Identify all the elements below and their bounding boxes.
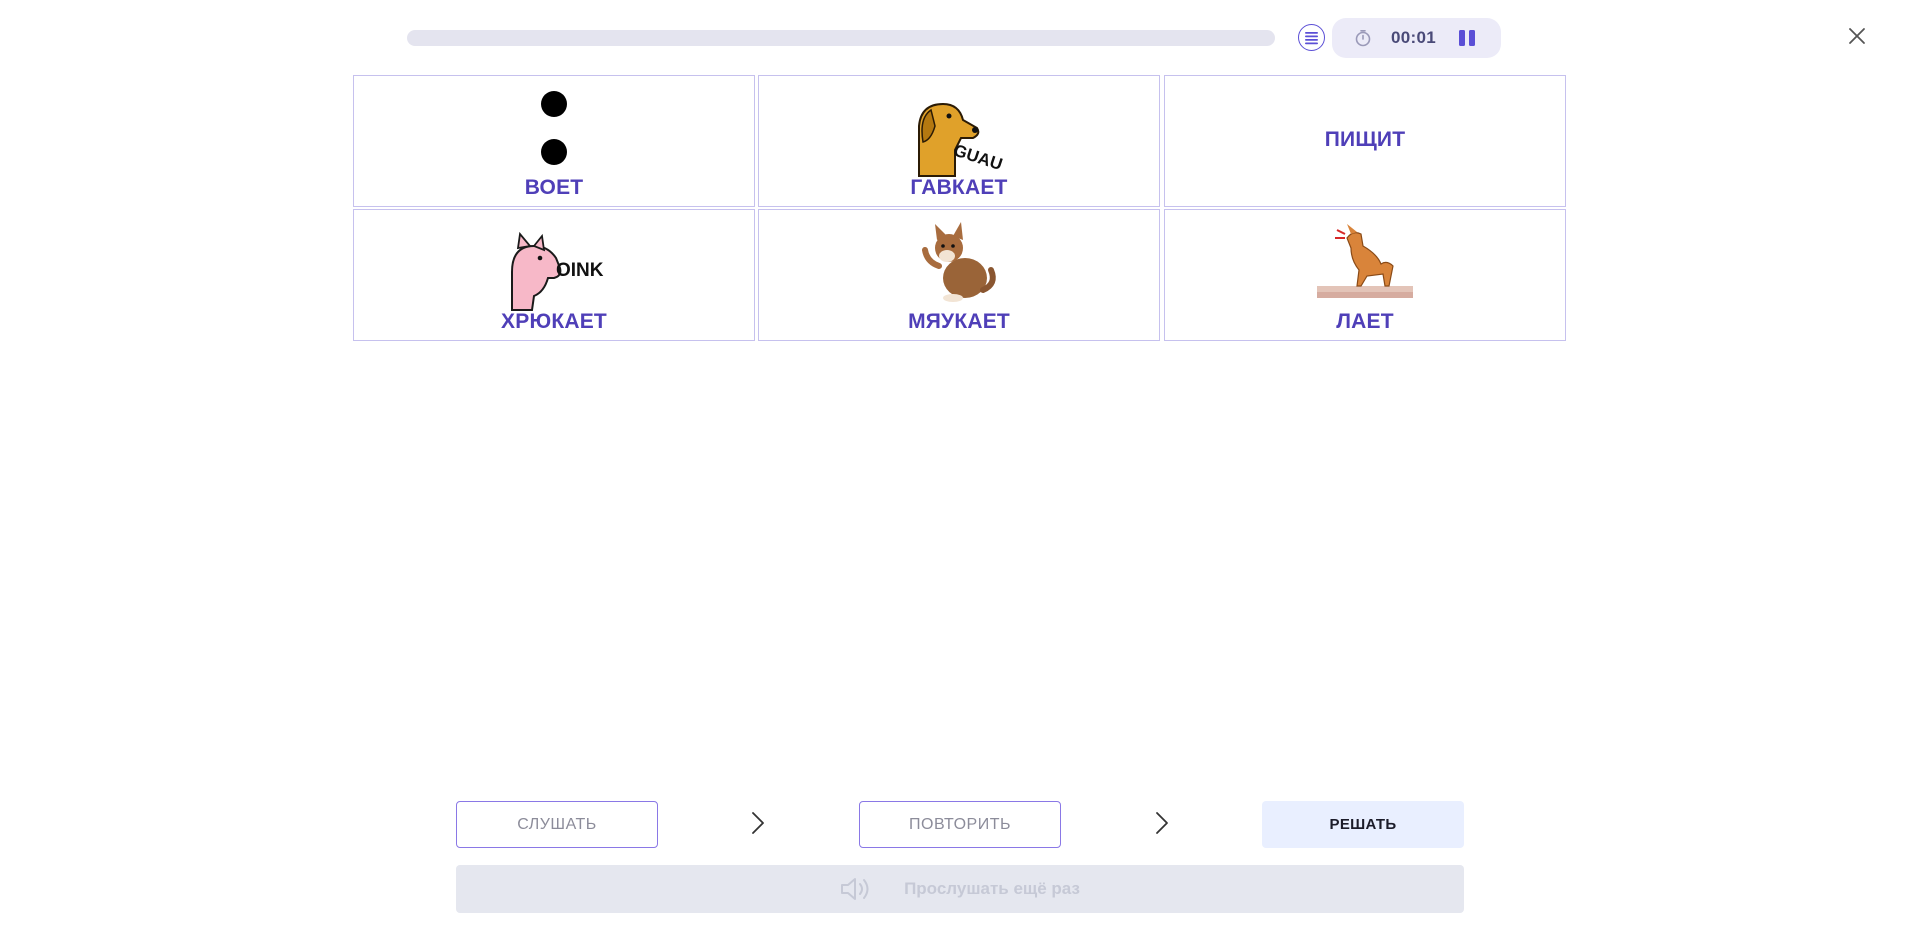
replay-button[interactable]: Прослушать ещё раз — [456, 865, 1464, 913]
chevron-right-icon — [752, 812, 764, 834]
stopwatch-icon — [1354, 29, 1372, 47]
cat-image — [922, 222, 996, 302]
colon-symbol-image — [541, 91, 567, 165]
close-icon[interactable] — [1845, 24, 1869, 48]
task-list-button[interactable] — [1298, 24, 1325, 51]
card-label: ВОЕТ — [524, 176, 584, 199]
repeat-button[interactable]: ПОВТОРИТЬ — [859, 801, 1061, 848]
answer-card-khryukaet[interactable]: OINK ХРЮКАЕТ — [353, 209, 755, 341]
pig-oink-image: OINK — [511, 232, 604, 311]
replay-label: Прослушать ещё раз — [904, 879, 1080, 898]
card-label: ЛАЕТ — [1336, 310, 1394, 333]
listen-button[interactable]: СЛУШАТЬ — [456, 801, 658, 848]
guau-text: GUAU — [951, 141, 1004, 175]
speaker-icon — [841, 878, 869, 900]
timer-value: 00:01 — [1391, 28, 1436, 47]
card-label: ПИЩИТ — [1324, 128, 1406, 151]
answer-card-myaukaet[interactable]: МЯУКАЕТ — [758, 209, 1160, 341]
answer-card-voet[interactable]: ВОЕТ — [353, 75, 755, 207]
answer-card-gavkaet[interactable]: GUAU ГАВКАЕТ — [758, 75, 1160, 207]
oink-text: OINK — [556, 260, 604, 281]
answer-card-pishchit[interactable]: ПИЩИТ — [1164, 75, 1566, 207]
timer: 00:01 — [1332, 18, 1501, 58]
progress-bar — [407, 30, 1275, 46]
solve-button[interactable]: РЕШАТЬ — [1262, 801, 1464, 848]
card-label: ХРЮКАЕТ — [501, 310, 607, 333]
list-icon — [1305, 31, 1318, 44]
dog-guau-image: GUAU — [918, 102, 1005, 177]
pause-icon[interactable] — [1458, 29, 1476, 47]
chevron-right-icon — [1156, 812, 1168, 834]
answer-card-laet[interactable]: ЛАЕТ — [1164, 209, 1566, 341]
barking-dog-image — [1317, 224, 1413, 298]
card-label: ГАВКАЕТ — [910, 176, 1008, 199]
card-label: МЯУКАЕТ — [908, 310, 1010, 333]
